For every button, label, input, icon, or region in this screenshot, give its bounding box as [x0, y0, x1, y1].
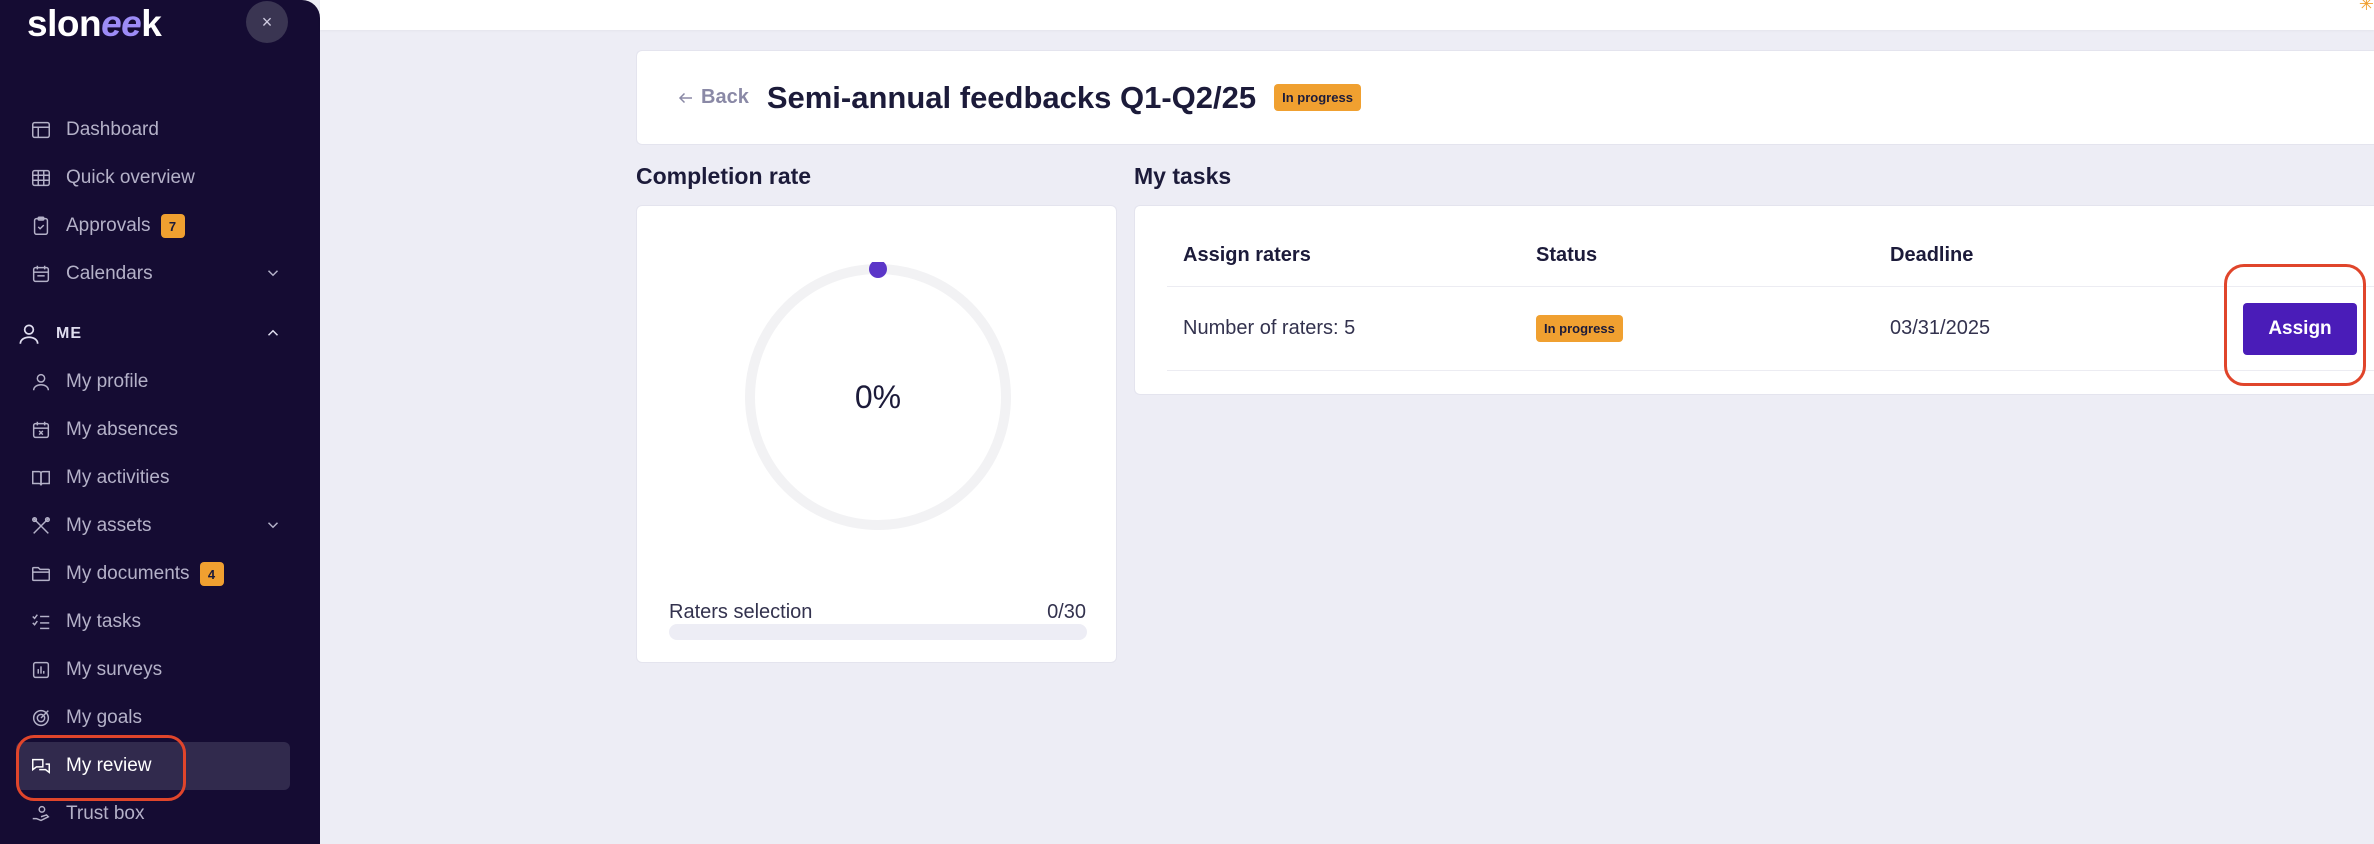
- logo-text-prefix: slon: [27, 3, 102, 44]
- clipboard-icon: [33, 216, 49, 235]
- page-title: Semi-annual feedbacks Q1-Q2/25: [766, 79, 1257, 115]
- assign-button[interactable]: Assign: [2243, 303, 2357, 355]
- sidebar-item-my-assets[interactable]: My assets: [16, 502, 290, 550]
- sidebar-item-label: My profile: [66, 371, 149, 392]
- completion-rate-heading: Completion rate: [636, 163, 812, 189]
- sidebar-item-my-profile[interactable]: My profile: [16, 358, 290, 406]
- dashboard-icon: [32, 121, 50, 139]
- status-badge: In progress: [1274, 84, 1361, 111]
- sidebar-item-my-tasks[interactable]: My tasks: [16, 598, 290, 646]
- calendar-icon: [32, 265, 50, 283]
- sidebar-item-label: Dashboard: [66, 119, 159, 140]
- sidebar-item-label: Approvals: [66, 215, 151, 236]
- sidebar-item-my-review[interactable]: My review: [16, 742, 290, 790]
- hand-icon: [32, 805, 50, 822]
- sidebar-item-my-documents[interactable]: My documents 4: [16, 550, 290, 598]
- sidebar-item-calendars[interactable]: Calendars: [16, 250, 290, 298]
- approvals-count-badge: 7: [160, 214, 185, 238]
- raters-progress-bar: [669, 624, 1087, 640]
- sidebar-item-label: My tasks: [66, 611, 141, 632]
- sidebar-nav: Dashboard Quick overview Approvals 7 Cal…: [16, 106, 290, 838]
- column-header-status: Status: [1536, 244, 1598, 266]
- grid-icon: [32, 169, 50, 187]
- chat-bubbles-icon: [32, 758, 50, 774]
- row-divider: [1167, 286, 2374, 287]
- sidebar-item-trust-box[interactable]: Trust box: [16, 790, 290, 838]
- sidebar-item-quick-overview[interactable]: Quick overview: [16, 154, 290, 202]
- sidebar: slon ee k × Dashboard Quick overview Appro…: [0, 0, 320, 844]
- user-icon: [19, 324, 39, 344]
- sidebar-item-my-goals[interactable]: My goals: [16, 694, 290, 742]
- back-link[interactable]: Back: [677, 86, 749, 109]
- sidebar-item-my-surveys[interactable]: My surveys: [16, 646, 290, 694]
- book-icon: [32, 470, 50, 486]
- checklist-icon: [32, 614, 50, 630]
- bar-chart-icon: [32, 661, 50, 679]
- column-header-assign-raters: Assign raters: [1183, 244, 1311, 266]
- sidebar-item-label: My absences: [66, 419, 178, 440]
- my-tasks-heading: My tasks: [1134, 163, 1232, 189]
- deadline-cell: 03/31/2025: [1890, 317, 1991, 339]
- target-icon: [32, 709, 50, 727]
- close-sidebar-button[interactable]: ×: [246, 1, 288, 43]
- tools-icon: [32, 517, 50, 534]
- documents-count-badge: 4: [199, 562, 224, 586]
- tasks-table: Assign raters Status Deadline Number of …: [1134, 205, 2374, 395]
- logo-text-suffix: k: [141, 3, 162, 44]
- sparkle-icon[interactable]: ✳: [2359, 0, 2374, 15]
- top-bar: ✳: [320, 0, 2374, 30]
- app-logo[interactable]: slon ee k: [27, 2, 162, 46]
- sidebar-item-label: My surveys: [66, 659, 163, 680]
- chevron-down-icon: [267, 522, 279, 529]
- calendar-x-icon: [32, 421, 50, 439]
- folder-icon: [32, 566, 50, 582]
- sidebar-item-label: My documents: [66, 563, 190, 584]
- task-cell: Number of raters: 5: [1183, 317, 1356, 339]
- sidebar-item-label: My activities: [66, 467, 170, 488]
- completion-card: 0% Raters selection 0/30: [636, 205, 1117, 663]
- back-label: Back: [701, 86, 749, 108]
- row-divider: [1167, 370, 2374, 371]
- raters-selection-value: 0/30: [1047, 601, 1086, 623]
- sidebar-item-label: Calendars: [66, 263, 153, 284]
- user-icon: [32, 373, 50, 391]
- sidebar-item-dashboard[interactable]: Dashboard: [16, 106, 290, 154]
- arrow-left-icon: [678, 92, 692, 103]
- chevron-up-icon: [267, 329, 279, 336]
- sidebar-item-approvals[interactable]: Approvals 7: [16, 202, 290, 250]
- raters-selection-label: Raters selection: [669, 601, 813, 623]
- sidebar-item-my-absences[interactable]: My absences: [16, 406, 290, 454]
- logo-text-loop: ee: [101, 3, 142, 44]
- sidebar-item-label: Trust box: [66, 803, 145, 824]
- status-badge: In progress: [1536, 315, 1623, 342]
- page-header: Back Semi-annual feedbacks Q1-Q2/25 In p…: [636, 50, 2374, 145]
- sidebar-item-label: My goals: [66, 707, 143, 728]
- chevron-down-icon: [267, 270, 279, 277]
- sidebar-item-label: My review: [66, 755, 152, 776]
- section-label: ME: [56, 325, 82, 342]
- close-icon: ×: [261, 11, 273, 32]
- sidebar-section-me[interactable]: ME: [16, 310, 290, 358]
- sidebar-item-my-activities[interactable]: My activities: [16, 454, 290, 502]
- completion-percent: 0%: [854, 378, 902, 415]
- column-header-deadline: Deadline: [1890, 244, 1974, 266]
- sidebar-item-label: Quick overview: [66, 167, 195, 188]
- sidebar-item-label: My assets: [66, 515, 152, 536]
